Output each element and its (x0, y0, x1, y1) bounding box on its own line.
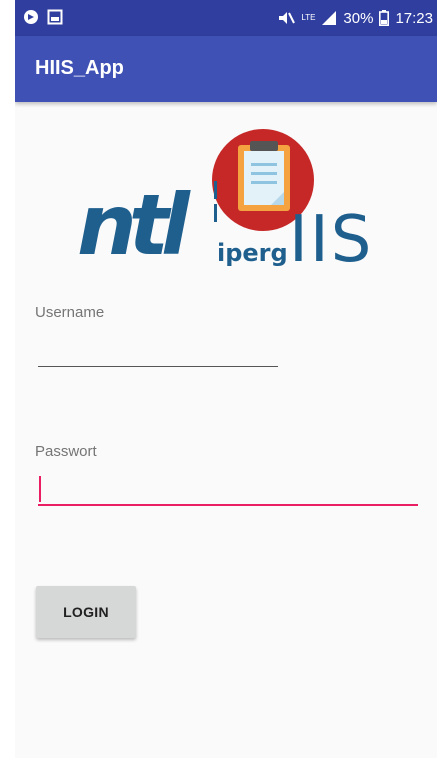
text-cursor (39, 476, 41, 502)
clipboard-paper (244, 151, 284, 205)
clock: 17:23 (395, 9, 433, 27)
app-logo: ntl iperg IIS (77, 129, 373, 277)
clipboard-line (251, 172, 277, 175)
image-icon (47, 9, 63, 25)
clipboard-line (251, 181, 277, 184)
password-label: Passwort (35, 443, 97, 460)
status-left-icons (23, 9, 63, 25)
clipboard-clip (250, 141, 278, 151)
network-type: LTE (301, 13, 316, 22)
logo-mark (214, 204, 217, 222)
mute-icon (279, 12, 296, 24)
login-button[interactable]: LOGIN (36, 586, 136, 638)
app-bar: HIIS_App (15, 36, 437, 102)
clipboard-line (251, 163, 277, 166)
battery-icon (379, 10, 390, 26)
signal-icon (322, 11, 337, 25)
app-screen: LTE 30% 17:23 HIIS_App ntl iperg IIS Use… (15, 0, 437, 758)
logo-mark (214, 181, 217, 199)
password-input[interactable] (38, 474, 418, 506)
username-label: Username (35, 304, 105, 321)
status-bar: LTE 30% 17:23 (15, 0, 437, 36)
battery-percent: 30% (343, 9, 374, 27)
username-input[interactable] (38, 338, 278, 367)
app-title: HIIS_App (35, 57, 124, 79)
logo-text-sub: iperg (217, 239, 288, 267)
logo-text-left: ntl (77, 176, 191, 274)
status-right-icons: LTE 30% 17:23 (277, 0, 433, 36)
vpn-key-icon (24, 10, 38, 24)
logo-text-right: IIS (289, 203, 373, 277)
